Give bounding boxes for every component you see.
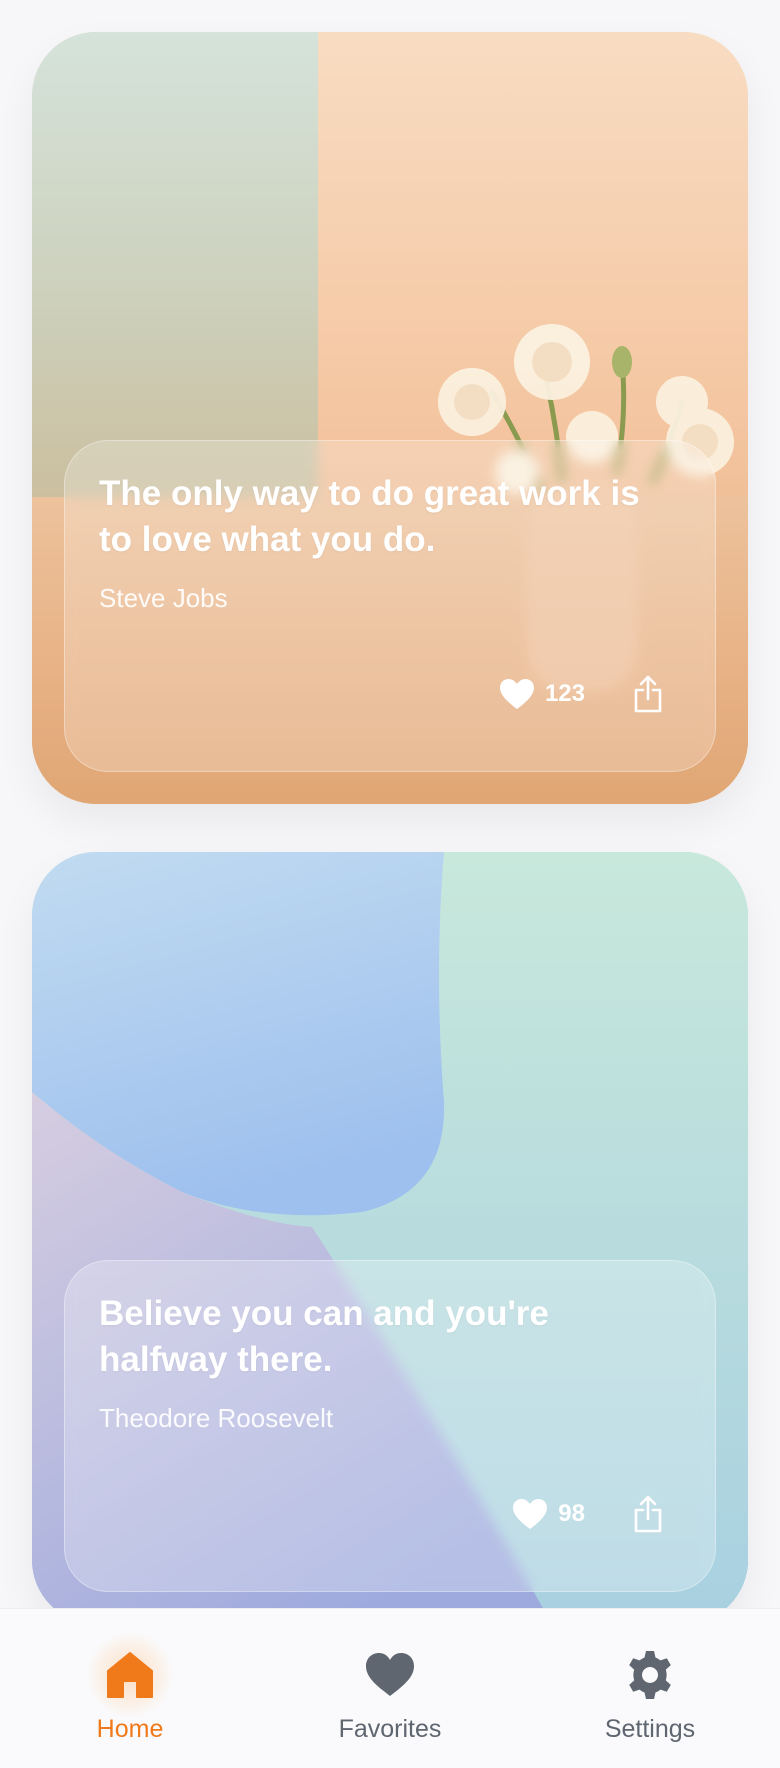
home-icon	[107, 1652, 153, 1698]
quote-text: The only way to do great work is to love…	[99, 474, 640, 559]
like-button[interactable]: 123	[499, 678, 585, 710]
heart-icon	[513, 1499, 548, 1529]
heart-icon-wrapper	[364, 1649, 416, 1701]
heart-icon	[499, 679, 534, 709]
nav-label: Home	[96, 1715, 164, 1743]
nav-label: Favorites	[338, 1715, 442, 1743]
quote-author: Theodore Roosevelt	[99, 1403, 334, 1433]
quote-author: Steve Jobs	[99, 583, 228, 613]
share-button[interactable]	[633, 1495, 663, 1533]
nav-item-settings[interactable]: Settings	[520, 1609, 780, 1768]
quote-text: Believe you can and you're halfway there…	[99, 1294, 549, 1379]
share-icon	[634, 675, 662, 713]
quote-panel: Believe you can and you're halfway there…	[64, 1260, 716, 1592]
share-button[interactable]	[633, 675, 663, 713]
home-icon-wrapper	[87, 1632, 173, 1718]
background-wall	[32, 32, 318, 497]
nav-label: Settings	[604, 1715, 696, 1743]
quote-feed[interactable]: The only way to do great work is to love…	[0, 0, 780, 1608]
quote-card: Believe you can and you're halfway there…	[32, 852, 748, 1608]
quote-actions: 98	[512, 1495, 663, 1533]
like-count: 123	[544, 680, 585, 707]
quote-card: The only way to do great work is to love…	[32, 32, 748, 804]
quote-panel: The only way to do great work is to love…	[64, 440, 716, 772]
nav-item-home[interactable]: Home	[0, 1609, 260, 1768]
bottom-navigation: Home Favorites Settings	[0, 1608, 780, 1768]
gear-icon	[629, 1651, 671, 1699]
like-count: 98	[558, 1500, 585, 1527]
share-icon	[634, 1495, 662, 1533]
nav-item-favorites[interactable]: Favorites	[260, 1609, 520, 1768]
like-button[interactable]: 98	[512, 1498, 585, 1530]
quote-actions: 123	[499, 675, 663, 713]
gear-icon-wrapper	[624, 1649, 676, 1701]
heart-icon	[366, 1653, 414, 1696]
